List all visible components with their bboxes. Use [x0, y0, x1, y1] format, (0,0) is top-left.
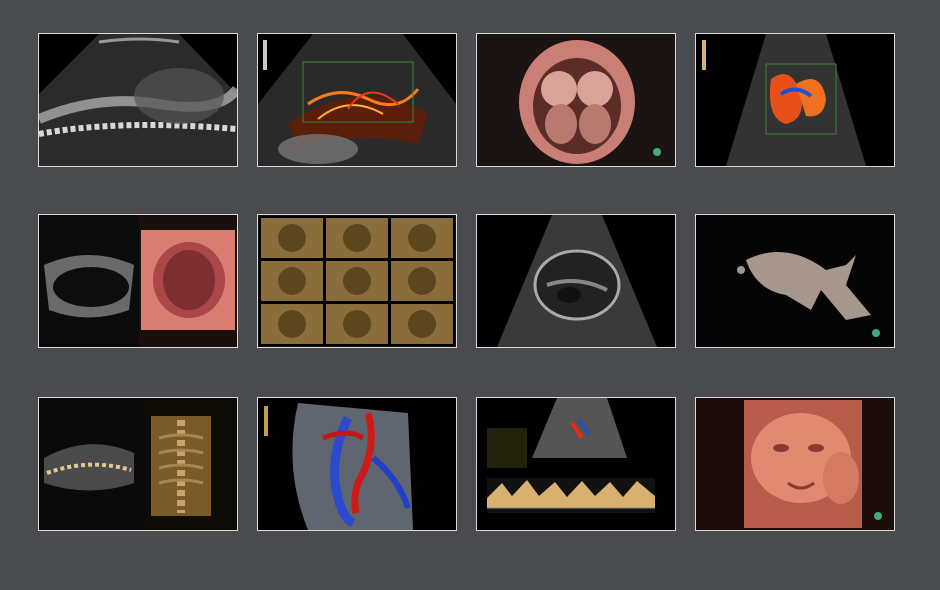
gallery-thumbnail-multiplanar[interactable] [257, 214, 457, 348]
render-3d-icon [696, 398, 894, 530]
gallery-thumbnail-2d-fetal-spine[interactable] [38, 33, 238, 167]
ultrasound-2d-icon [39, 34, 237, 166]
gallery-thumbnail-cardiac-doppler[interactable] [695, 33, 895, 167]
gallery-thumbnail-placental-doppler[interactable] [257, 33, 457, 167]
gallery-thumbnail-spectral[interactable] [476, 397, 676, 531]
gallery-thumbnail-3d-face[interactable] [695, 397, 895, 531]
gallery-thumbnail-spine-dual[interactable] [38, 397, 238, 531]
render-3d-icon [477, 34, 675, 166]
dual-view-icon [39, 215, 237, 347]
multiplanar-grid-icon [258, 215, 456, 347]
dual-view-icon [39, 398, 237, 530]
ultrasound-2d-icon [497, 215, 657, 347]
gallery-thumbnail-3d-twins[interactable] [476, 33, 676, 167]
color-doppler-icon [702, 34, 866, 166]
gallery-thumbnail-2d-head[interactable] [476, 214, 676, 348]
gallery-thumbnail-3d-structure[interactable] [695, 214, 895, 348]
spectral-doppler-icon [477, 398, 675, 530]
color-doppler-icon [258, 34, 456, 166]
render-3d-icon [696, 215, 894, 347]
gallery-thumbnail-dual-view-sac[interactable] [38, 214, 238, 348]
color-doppler-icon [258, 398, 456, 530]
gallery-thumbnail-3d-vessels[interactable] [257, 397, 457, 531]
